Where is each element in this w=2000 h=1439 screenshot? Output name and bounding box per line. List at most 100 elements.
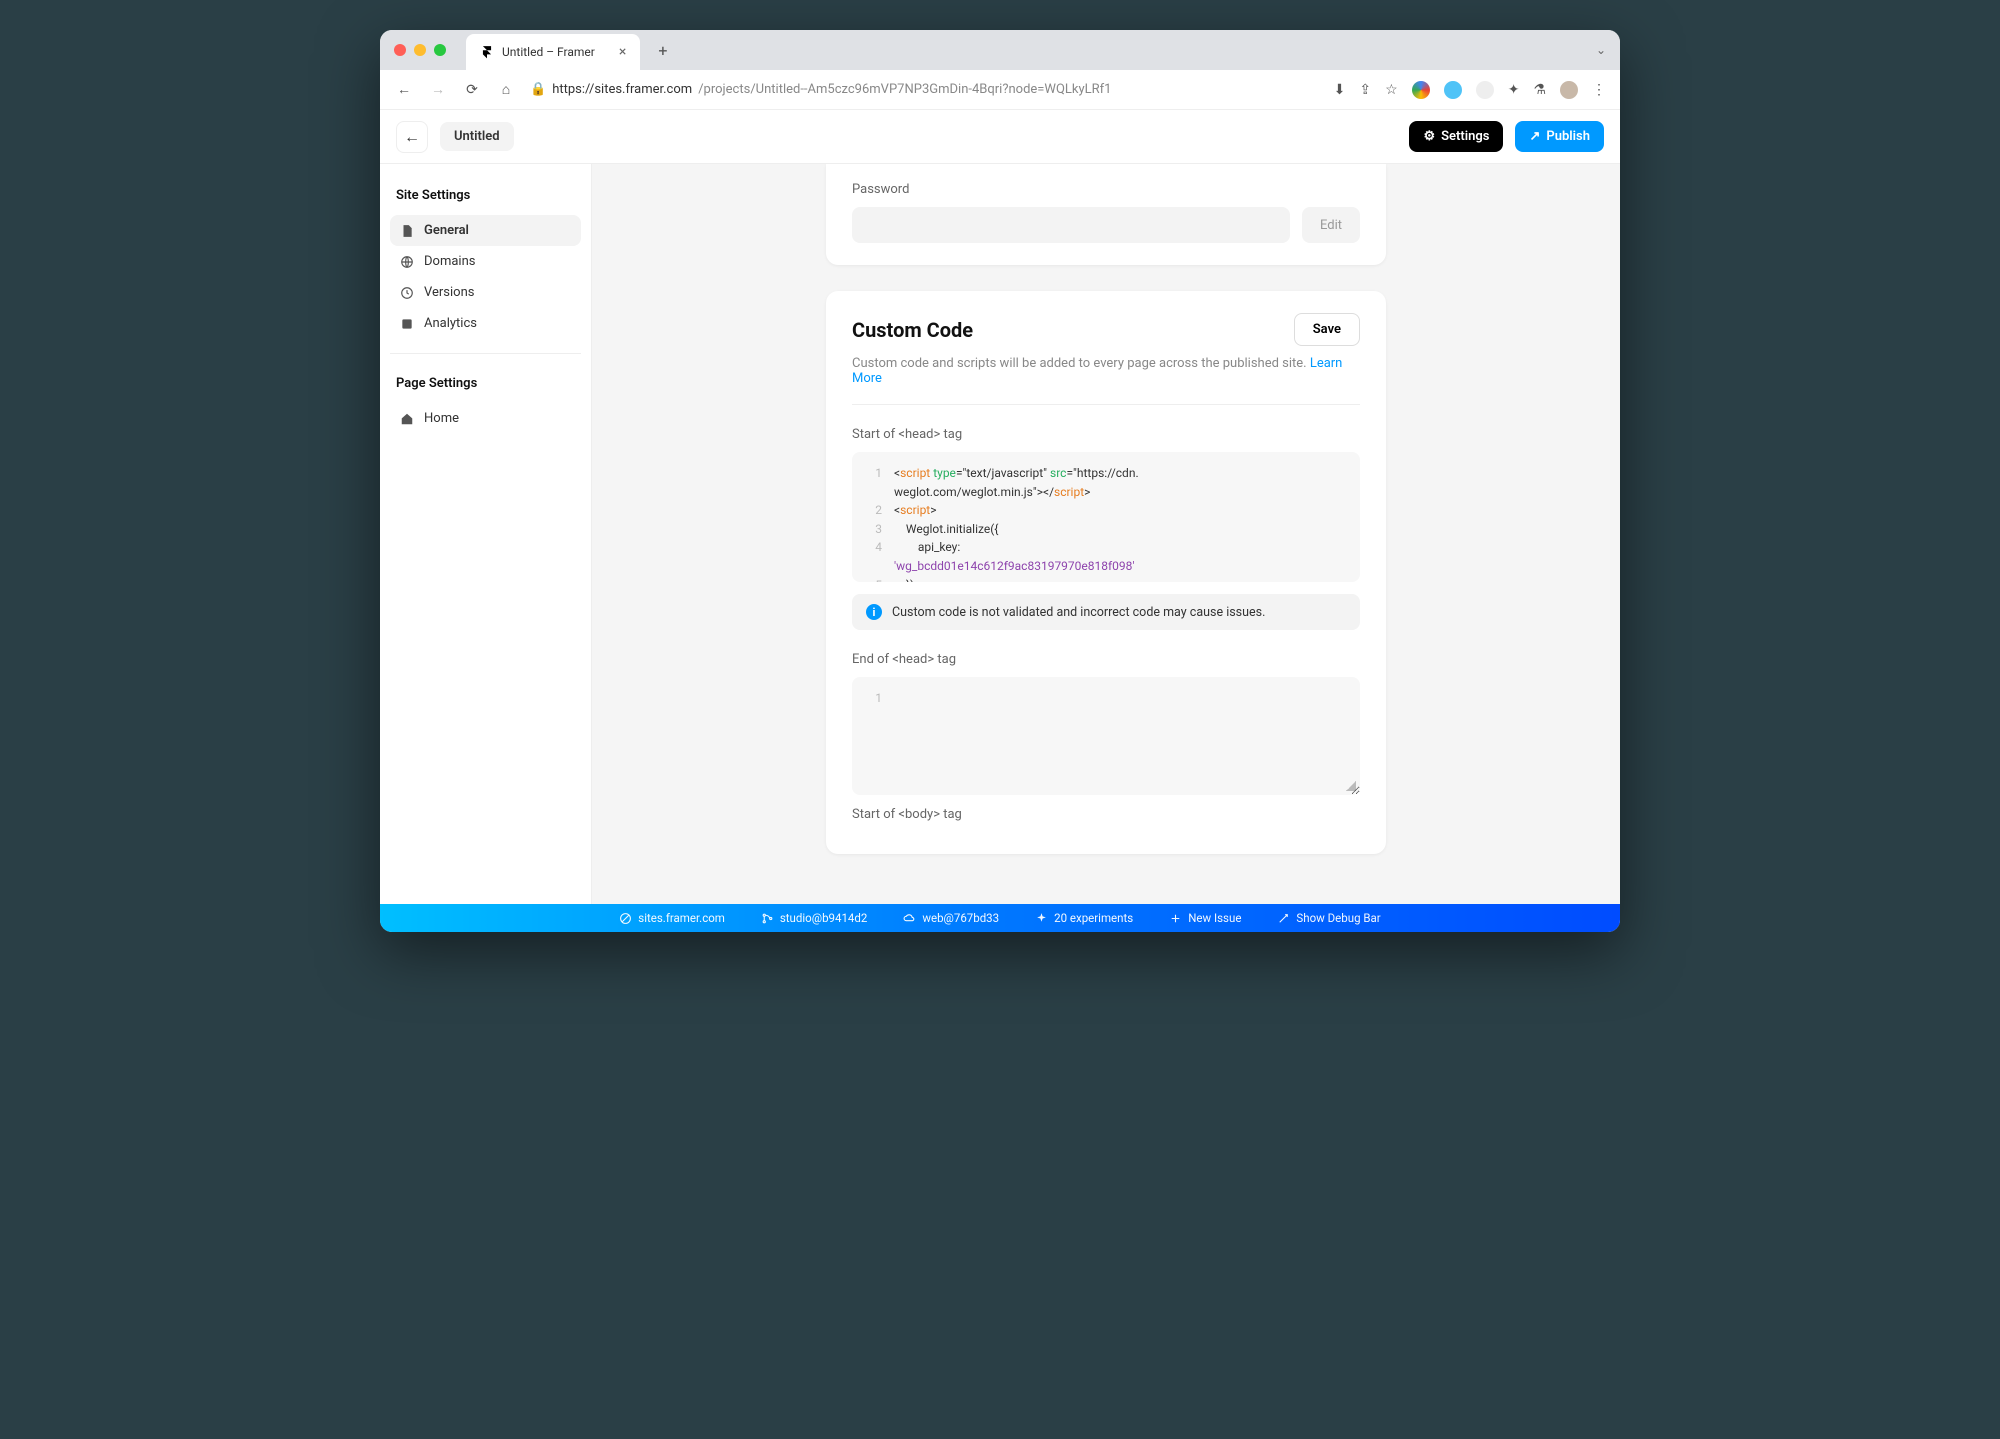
profile-avatar[interactable] xyxy=(1560,81,1578,99)
extension-icon-2[interactable] xyxy=(1444,81,1462,99)
tabs-overflow-icon[interactable]: ⌄ xyxy=(1596,43,1606,57)
custom-code-description: Custom code and scripts will be added to… xyxy=(852,356,1360,386)
sidebar-item-general[interactable]: General xyxy=(390,215,581,246)
debug-site[interactable]: sites.framer.com xyxy=(619,911,725,925)
start-head-code-editor[interactable]: 1<script type="text/javascript" src="htt… xyxy=(852,452,1360,582)
sparkle-icon xyxy=(1035,912,1048,925)
address-field[interactable]: 🔒 https://sites.framer.com/projects/Unti… xyxy=(530,82,1320,97)
download-icon[interactable]: ⬇ xyxy=(1334,82,1346,98)
lock-icon: 🔒 xyxy=(530,82,546,97)
url-tools: ⬇ ⇪ ☆ ✦ ⚗ ⋮ xyxy=(1334,81,1606,99)
browser-window: Untitled – Framer × + ⌄ ← → ⟳ ⌂ 🔒 https:… xyxy=(380,30,1620,932)
close-window-button[interactable] xyxy=(394,44,406,56)
description-text: Custom code and scripts will be added to… xyxy=(852,356,1310,371)
sidebar-item-analytics[interactable]: Analytics xyxy=(390,308,581,339)
divider xyxy=(852,404,1360,405)
maximize-window-button[interactable] xyxy=(434,44,446,56)
code-line: 4 api_key: xyxy=(852,538,1360,557)
clock-icon xyxy=(400,286,414,300)
code-content: <script> xyxy=(894,501,1346,520)
magic-icon xyxy=(1277,912,1290,925)
code-content: }); xyxy=(894,576,1346,582)
main-area: Site Settings General Domains Versions A… xyxy=(380,164,1620,904)
code-content: weglot.com/weglot.min.js"></script> xyxy=(894,483,1346,502)
extension-flask-icon[interactable]: ⚗ xyxy=(1533,82,1546,98)
settings-button[interactable]: ⚙ Settings xyxy=(1409,121,1503,152)
password-card: Password Edit xyxy=(826,164,1386,265)
warning-text: Custom code is not validated and incorre… xyxy=(892,605,1265,620)
debug-new-issue[interactable]: New Issue xyxy=(1169,911,1241,925)
new-tab-button[interactable]: + xyxy=(658,41,667,60)
page-settings-header: Page Settings xyxy=(390,368,581,399)
debug-experiments[interactable]: 20 experiments xyxy=(1035,911,1133,925)
app-toolbar: ← Untitled ⚙ Settings ↗ Publish xyxy=(380,110,1620,164)
back-button[interactable]: ← xyxy=(396,121,428,153)
project-name[interactable]: Untitled xyxy=(440,122,514,151)
password-input[interactable] xyxy=(852,207,1290,243)
sidebar-divider xyxy=(390,353,581,354)
sidebar-item-label: Versions xyxy=(424,285,474,300)
bookmark-icon[interactable]: ☆ xyxy=(1385,82,1398,98)
debug-studio[interactable]: studio@b9414d2 xyxy=(761,911,867,925)
sidebar-item-label: General xyxy=(424,223,469,238)
sidebar-item-home[interactable]: Home xyxy=(390,403,581,434)
code-line: 'wg_bcdd01e14c612f9ac83197970e818f098' xyxy=(852,557,1360,576)
publish-label: Publish xyxy=(1546,129,1590,144)
gear-icon: ⚙ xyxy=(1423,129,1435,144)
sidebar-item-domains[interactable]: Domains xyxy=(390,246,581,277)
minimize-window-button[interactable] xyxy=(414,44,426,56)
site-settings-header: Site Settings xyxy=(390,180,581,211)
sidebar-item-label: Home xyxy=(424,411,459,426)
save-button[interactable]: Save xyxy=(1294,313,1360,346)
close-tab-icon[interactable]: × xyxy=(619,44,626,60)
chart-icon xyxy=(400,317,414,331)
url-bar: ← → ⟳ ⌂ 🔒 https://sites.framer.com/proje… xyxy=(380,70,1620,110)
browser-tab[interactable]: Untitled – Framer × xyxy=(466,34,640,70)
circle-slash-icon xyxy=(619,912,632,925)
home-icon xyxy=(400,412,414,426)
custom-code-card: Custom Code Save Custom code and scripts… xyxy=(826,291,1386,854)
sidebar-item-versions[interactable]: Versions xyxy=(390,277,581,308)
window-titlebar: Untitled – Framer × + ⌄ xyxy=(380,30,1620,70)
branch-icon xyxy=(761,912,774,925)
start-head-label: Start of <head> tag xyxy=(852,427,1360,442)
url-domain: https://sites.framer.com xyxy=(552,82,692,97)
debug-show-bar[interactable]: Show Debug Bar xyxy=(1277,911,1380,925)
edit-password-button[interactable]: Edit xyxy=(1302,207,1360,243)
publish-arrow-icon: ↗ xyxy=(1529,129,1540,144)
code-line: 5 }); xyxy=(852,576,1360,582)
code-content: Weglot.initialize({ xyxy=(894,520,1346,539)
document-icon xyxy=(400,224,414,238)
browser-menu-icon[interactable]: ⋮ xyxy=(1592,82,1606,98)
code-content: 'wg_bcdd01e14c612f9ac83197970e818f098' xyxy=(894,557,1346,576)
settings-label: Settings xyxy=(1441,129,1489,144)
end-head-code-editor[interactable]: 1 xyxy=(852,677,1360,795)
info-icon: i xyxy=(866,604,882,620)
code-content: api_key: xyxy=(894,538,1346,557)
start-body-label: Start of <body> tag xyxy=(852,807,1360,822)
line-number xyxy=(866,483,894,502)
code-line: weglot.com/weglot.min.js"></script> xyxy=(852,483,1360,502)
debug-web[interactable]: web@767bd33 xyxy=(903,911,999,925)
code-content: <script type="text/javascript" src="http… xyxy=(894,464,1346,483)
line-number: 5 xyxy=(866,576,894,582)
content-inner: Password Edit Custom Code Save Custom co… xyxy=(826,164,1386,854)
password-label: Password xyxy=(852,182,1360,197)
sidebar-item-label: Analytics xyxy=(424,316,477,331)
framer-favicon xyxy=(480,45,494,59)
settings-content[interactable]: Password Edit Custom Code Save Custom co… xyxy=(592,164,1620,904)
extensions-puzzle-icon[interactable]: ✦ xyxy=(1508,82,1520,98)
nav-reload-button[interactable]: ⟳ xyxy=(462,82,482,98)
extension-icon-1[interactable] xyxy=(1412,81,1430,99)
share-icon[interactable]: ⇪ xyxy=(1359,82,1371,98)
line-number xyxy=(866,557,894,576)
nav-home-button[interactable]: ⌂ xyxy=(496,81,516,98)
line-number: 4 xyxy=(866,538,894,557)
custom-code-title: Custom Code xyxy=(852,318,973,342)
nav-forward-button[interactable]: → xyxy=(428,81,448,98)
extension-icon-3[interactable] xyxy=(1476,81,1494,99)
nav-back-button[interactable]: ← xyxy=(394,81,414,98)
code-line: 1<script type="text/javascript" src="htt… xyxy=(852,464,1360,483)
publish-button[interactable]: ↗ Publish xyxy=(1515,121,1604,152)
cloud-icon xyxy=(903,912,916,925)
